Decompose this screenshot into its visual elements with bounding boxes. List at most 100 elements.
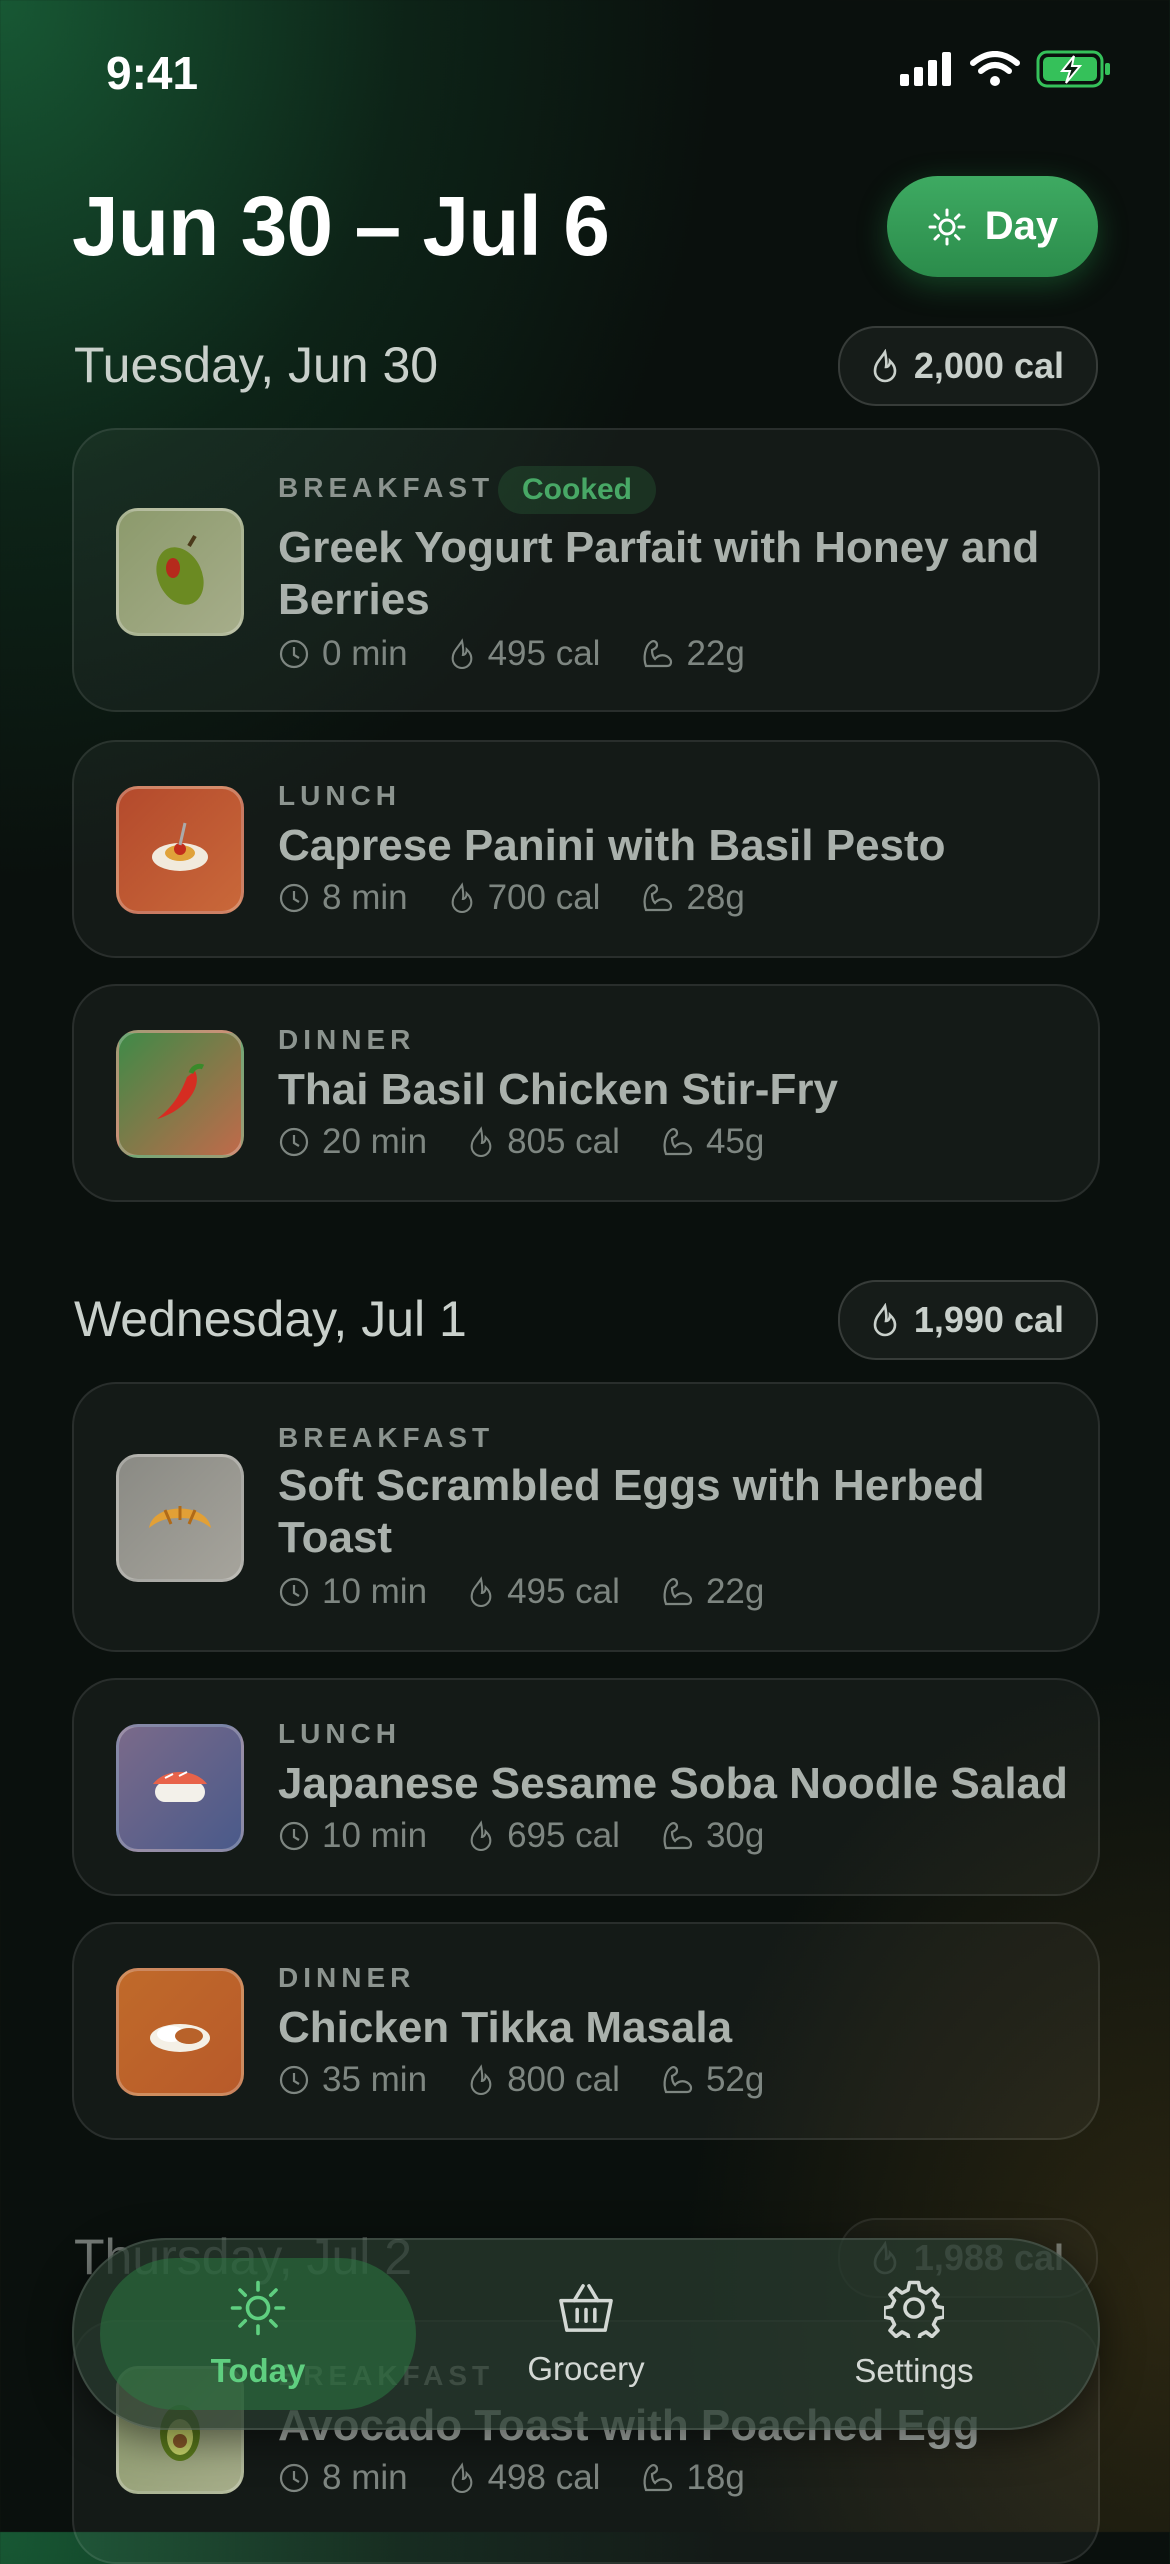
battery-charging-icon xyxy=(1036,50,1110,88)
clock-icon xyxy=(279,1821,309,1851)
bottom-tab-bar: Today Grocery Settings xyxy=(72,2238,1100,2430)
day-calories-text: 1,990 cal xyxy=(913,1299,1064,1340)
protein-muscle-icon xyxy=(644,640,673,668)
prep-time: 35 min xyxy=(322,2060,428,2099)
flame-icon xyxy=(470,1576,492,1608)
meal-calories: 495 cal xyxy=(487,634,601,673)
day-calories-text: 2,000 cal xyxy=(913,345,1064,386)
day-title: Wednesday, Jul 1 xyxy=(74,1291,467,1347)
meal-card-lunch[interactable]: LUNCH Caprese Panini with Basil Pesto 8 … xyxy=(72,740,1100,958)
meal-name-line: Thai Basil Chicken Stir-Fry xyxy=(278,1065,838,1114)
tab-today[interactable]: Today xyxy=(100,2258,416,2410)
meal-name-line: Japanese Sesame Soba Noodle Salad xyxy=(278,1759,1068,1808)
meal-card-lunch[interactable]: LUNCH Japanese Sesame Soba Noodle Salad … xyxy=(72,1678,1100,1896)
protein-muscle-icon xyxy=(644,2464,673,2492)
day-calories-badge: 2,000 cal xyxy=(837,326,1098,406)
sun-icon xyxy=(928,208,966,245)
meal-card-breakfast[interactable]: BREAKFAST Soft Scrambled Eggs with Herbe… xyxy=(72,1382,1100,1652)
day-header-wednesday: Wednesday, Jul 1 1,990 cal xyxy=(72,1280,1098,1360)
day-calories-badge: 1,990 cal xyxy=(837,1280,1098,1360)
cellular-signal-icon xyxy=(900,52,951,86)
meal-protein: 52g xyxy=(705,2060,765,2099)
flame-icon xyxy=(451,2462,472,2494)
meal-meta: 10 min 695 cal 30g xyxy=(278,1816,804,1856)
meal-meta: 10 min 495 cal 22g xyxy=(278,1572,804,1612)
day-view-toggle-button[interactable]: Day xyxy=(887,176,1098,277)
clock-icon xyxy=(279,2065,309,2095)
tab-grocery[interactable]: Grocery xyxy=(428,2258,744,2410)
status-time: 9:41 xyxy=(106,47,199,99)
sushi-icon xyxy=(116,1724,244,1852)
prep-time: 0 min xyxy=(322,634,408,673)
flame-icon xyxy=(470,1820,492,1852)
protein-muscle-icon xyxy=(663,1822,693,1850)
clock-icon xyxy=(279,883,309,913)
clock-icon xyxy=(279,1577,309,1607)
status-icons xyxy=(900,50,1112,88)
meal-calories: 498 cal xyxy=(487,2458,601,2497)
tab-settings[interactable]: Settings xyxy=(756,2258,1072,2410)
clock-icon xyxy=(279,1127,309,1157)
meal-name-line: Toast xyxy=(278,1513,393,1562)
meal-type-label: BREAKFAST xyxy=(278,472,495,503)
meal-meta: 20 min 805 cal 45g xyxy=(278,1122,804,1162)
clock-icon xyxy=(279,2463,309,2493)
prep-time: 20 min xyxy=(322,1122,428,1161)
flame-icon xyxy=(451,882,472,914)
sun-icon xyxy=(230,2280,286,2336)
meal-meta: 35 min 800 cal 52g xyxy=(278,2060,804,2100)
meal-name: Caprese Panini with Basil Pesto xyxy=(278,820,1118,872)
wifi-icon xyxy=(970,51,1020,86)
flame-icon xyxy=(873,1303,897,1337)
meal-calories: 800 cal xyxy=(507,2060,620,2099)
flame-icon xyxy=(470,1126,492,1158)
meal-name-line: Greek Yogurt Parfait with Honey and xyxy=(278,523,1040,572)
clock-icon xyxy=(279,639,309,669)
meal-calories: 695 cal xyxy=(507,1816,620,1855)
meal-type-label: DINNER xyxy=(278,1024,416,1055)
meal-name-line: Chicken Tikka Masala xyxy=(278,2003,733,2052)
meal-card-dinner[interactable]: DINNER Thai Basil Chicken Stir-Fry 20 mi… xyxy=(72,984,1100,1202)
meal-calories: 700 cal xyxy=(487,878,601,917)
meal-name: Thai Basil Chicken Stir-Fry xyxy=(278,1064,1118,1116)
protein-muscle-icon xyxy=(663,1128,693,1156)
meal-type-label: LUNCH xyxy=(278,1718,401,1749)
meal-name: Japanese Sesame Soba Noodle Salad xyxy=(278,1758,1118,1810)
tab-label: Settings xyxy=(854,2352,974,2389)
meal-protein: 18g xyxy=(686,2458,745,2497)
status-bar: 9:41 xyxy=(0,0,1170,140)
meal-card-dinner[interactable]: DINNER Chicken Tikka Masala 35 min 800 c… xyxy=(72,1922,1100,2140)
meal-calories: 495 cal xyxy=(507,1572,620,1611)
meal-calories: 805 cal xyxy=(507,1122,620,1161)
prep-time: 8 min xyxy=(322,2458,408,2497)
protein-muscle-icon xyxy=(663,1578,693,1606)
protein-muscle-icon xyxy=(644,884,673,912)
meal-protein: 22g xyxy=(686,634,745,673)
meal-protein: 30g xyxy=(705,1816,765,1855)
flame-icon xyxy=(470,2064,492,2096)
meal-name: Soft Scrambled Eggs with Herbed Toast xyxy=(278,1460,1118,1564)
day-title: Tuesday, Jun 30 xyxy=(74,337,439,393)
prep-time: 8 min xyxy=(322,878,408,917)
meal-meta: 8 min 700 cal 28g xyxy=(278,878,785,918)
meal-name: Chicken Tikka Masala xyxy=(278,2002,1118,2054)
prep-time: 10 min xyxy=(322,1816,428,1855)
meal-type-label: DINNER xyxy=(278,1962,416,1993)
tab-label: Today xyxy=(210,2352,306,2389)
meal-type-label: BREAKFAST xyxy=(278,1422,495,1453)
meal-type-label: LUNCH xyxy=(278,780,401,811)
gear-icon xyxy=(884,2280,944,2338)
week-range-title: Jun 30 – Jul 6 xyxy=(72,179,610,273)
meal-meta: 0 min 495 cal 22g xyxy=(278,634,785,674)
croissant-icon xyxy=(116,1454,244,1582)
prep-time: 10 min xyxy=(322,1572,428,1611)
flame-icon xyxy=(451,638,472,670)
meal-protein: 22g xyxy=(705,1572,765,1611)
flame-icon xyxy=(873,349,897,383)
cooked-status-badge: Cooked xyxy=(498,466,657,514)
meal-meta: 8 min 498 cal 18g xyxy=(278,2458,785,2498)
chili-pepper-icon xyxy=(116,1030,244,1158)
meal-name: Greek Yogurt Parfait with Honey and Berr… xyxy=(278,522,1118,626)
day-toggle-label: Day xyxy=(984,204,1059,248)
meal-card-breakfast[interactable]: BREAKFAST Cooked Greek Yogurt Parfait wi… xyxy=(72,428,1100,712)
